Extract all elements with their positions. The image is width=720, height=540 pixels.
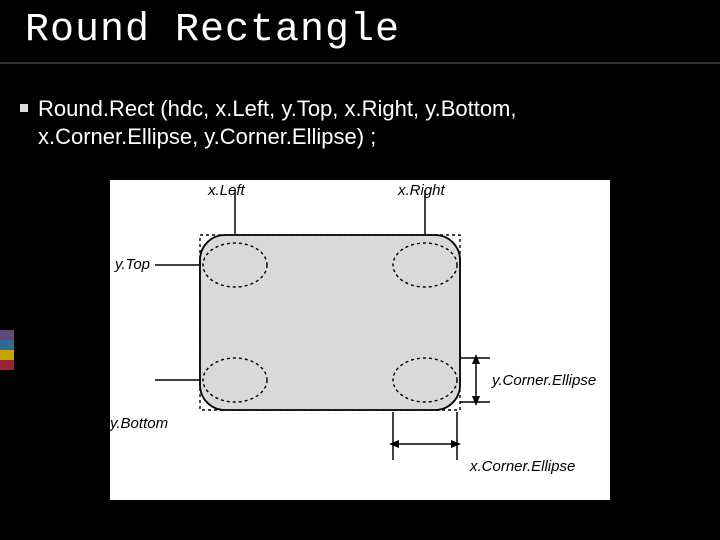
accent-4 [0, 360, 14, 370]
accent-strip [0, 330, 14, 370]
diagram: x.Left x.Right y.Top y.Bottom y.Corner.E… [110, 180, 610, 500]
bullet-item: Round.Rect (hdc, x.Left, y.Top, x.Right,… [38, 95, 678, 150]
bullet-marker-icon [20, 104, 28, 112]
title-rule [0, 62, 720, 64]
bullet-text: Round.Rect (hdc, x.Left, y.Top, x.Right,… [38, 96, 517, 149]
label-ybottom: y.Bottom [110, 415, 168, 432]
diagram-svg [110, 180, 610, 500]
label-ytop: y.Top [115, 256, 150, 273]
label-xleft: x.Left [208, 182, 245, 199]
accent-2 [0, 340, 14, 350]
slide-title: Round Rectangle [25, 8, 400, 53]
slide: Round Rectangle Round.Rect (hdc, x.Left,… [0, 0, 720, 540]
label-ycornerellipse: y.Corner.Ellipse [492, 372, 596, 389]
accent-3 [0, 350, 14, 360]
label-xcornerellipse: x.Corner.Ellipse [470, 458, 575, 475]
label-xright: x.Right [398, 182, 445, 199]
accent-1 [0, 330, 14, 340]
